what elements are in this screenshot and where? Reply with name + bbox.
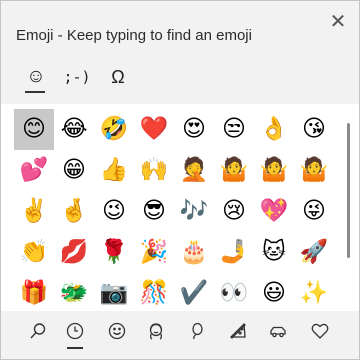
emoji-cell[interactable]: 😊 bbox=[14, 109, 54, 150]
emoji-grid-area[interactable]: 😊 😂 🤣 ❤️ 😍 😒 👌 😘 💕 😁 👍 🙌 🤦 🤷 🤷 🤷 ✌️ 🤞 😉 … bbox=[1, 104, 359, 311]
emoji-cell[interactable]: 🎂 bbox=[174, 232, 214, 273]
emoji-cell[interactable]: 🤞 bbox=[54, 191, 94, 232]
tab-emoji[interactable]: ☺ bbox=[23, 63, 49, 91]
emoji-cell[interactable]: 🤣 bbox=[94, 109, 134, 150]
emoji-cell[interactable]: 😎 bbox=[134, 191, 174, 232]
emoji-cell[interactable]: 🐲 bbox=[54, 273, 94, 314]
emoji-cell[interactable]: 🌹 bbox=[94, 232, 134, 273]
close-icon: ✕ bbox=[329, 11, 347, 33]
emoji-cell[interactable]: 💖 bbox=[254, 191, 294, 232]
emoji-cell[interactable]: 😍 bbox=[174, 109, 214, 150]
celebration-icon bbox=[192, 322, 203, 340]
category-people-button[interactable] bbox=[143, 319, 169, 343]
emoji-cell[interactable]: 📷 bbox=[94, 273, 134, 314]
food-icon bbox=[230, 323, 246, 339]
emoji-cell[interactable]: ✌️ bbox=[14, 191, 54, 232]
people-icon bbox=[149, 323, 163, 340]
emoji-grid: 😊 😂 🤣 ❤️ 😍 😒 👌 😘 💕 😁 👍 🙌 🤦 🤷 🤷 🤷 ✌️ 🤞 😉 … bbox=[14, 109, 334, 314]
emoji-cell[interactable]: 😃 bbox=[254, 273, 294, 314]
emoji-cell[interactable]: ✨ bbox=[294, 273, 334, 314]
emoji-cell[interactable]: 😜 bbox=[294, 191, 334, 232]
category-travel-button[interactable] bbox=[265, 319, 291, 343]
travel-car-icon bbox=[270, 326, 286, 338]
emoji-cell[interactable]: 😉 bbox=[94, 191, 134, 232]
active-tab-indicator bbox=[25, 91, 45, 93]
tab-kaomoji[interactable]: ;-) bbox=[61, 63, 93, 91]
smiley-icon bbox=[108, 322, 126, 340]
emoji-cell[interactable]: 🐱 bbox=[254, 232, 294, 273]
emoji-cell[interactable]: ❤️ bbox=[134, 109, 174, 150]
category-food-button[interactable] bbox=[225, 319, 251, 343]
active-category-indicator bbox=[67, 347, 83, 349]
emoji-cell[interactable]: 🤷 bbox=[254, 150, 294, 191]
search-icon bbox=[30, 323, 46, 339]
emoji-cell[interactable]: 👀 bbox=[214, 273, 254, 314]
emoji-cell[interactable]: 🙌 bbox=[134, 150, 174, 191]
emoji-cell[interactable]: 😒 bbox=[214, 109, 254, 150]
recent-clock-icon bbox=[66, 322, 84, 340]
emoji-cell[interactable]: 🚀 bbox=[294, 232, 334, 273]
category-bar bbox=[1, 311, 359, 359]
emoji-cell[interactable]: 💋 bbox=[54, 232, 94, 273]
category-symbols-button[interactable] bbox=[307, 319, 333, 343]
emoji-cell[interactable]: 😘 bbox=[294, 109, 334, 150]
emoji-cell[interactable]: 👌 bbox=[254, 109, 294, 150]
emoji-cell[interactable]: 🤦 bbox=[174, 150, 214, 191]
emoji-cell[interactable]: 👍 bbox=[94, 150, 134, 191]
emoji-cell[interactable]: 🎉 bbox=[134, 232, 174, 273]
panel-title: Emoji - Keep typing to find an emoji bbox=[16, 27, 252, 44]
emoji-cell[interactable]: 🎊 bbox=[134, 273, 174, 314]
tab-symbols[interactable]: Ω bbox=[105, 63, 131, 91]
category-search-button[interactable] bbox=[25, 319, 51, 343]
category-smileys-button[interactable] bbox=[104, 319, 130, 343]
emoji-cell[interactable]: 🤳 bbox=[214, 232, 254, 273]
emoji-cell[interactable]: 😂 bbox=[54, 109, 94, 150]
scrollbar[interactable] bbox=[347, 123, 350, 258]
emoji-cell[interactable]: 😁 bbox=[54, 150, 94, 191]
heart-icon bbox=[311, 323, 329, 339]
emoji-cell[interactable]: 🎶 bbox=[174, 191, 214, 232]
emoji-cell[interactable]: 😢 bbox=[214, 191, 254, 232]
emoji-cell[interactable]: 🤷 bbox=[294, 150, 334, 191]
emoji-cell[interactable]: 💕 bbox=[14, 150, 54, 191]
emoji-cell[interactable]: 👏 bbox=[14, 232, 54, 273]
category-recent-button[interactable] bbox=[62, 319, 88, 343]
close-button[interactable]: ✕ bbox=[327, 11, 349, 33]
emoji-cell[interactable]: 🤷 bbox=[214, 150, 254, 191]
emoji-cell[interactable]: 🎁 bbox=[14, 273, 54, 314]
emoji-panel: Emoji - Keep typing to find an emoji ✕ ☺… bbox=[0, 0, 360, 360]
emoji-cell[interactable]: ✔️ bbox=[174, 273, 214, 314]
category-celebration-button[interactable] bbox=[184, 319, 210, 343]
